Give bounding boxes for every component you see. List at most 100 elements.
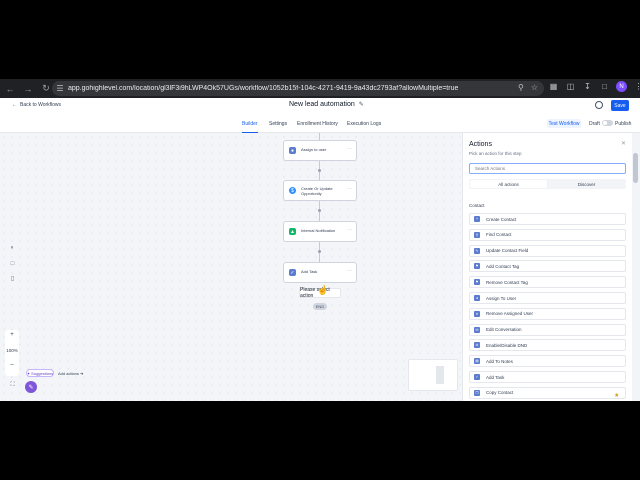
segment-discover[interactable]: Discover [548, 180, 625, 188]
ai-assistant-button[interactable]: ✎ [25, 381, 37, 393]
workflow-title[interactable]: New lead automation ✎ [289, 101, 364, 108]
more-icon[interactable]: ⋯ [347, 227, 352, 233]
wand-icon: ✎ [28, 384, 34, 391]
canvas-layout-icon[interactable]: ◐ [8, 243, 17, 252]
extension-icon[interactable]: ▦ [548, 81, 559, 92]
save-button[interactable]: Save [611, 100, 629, 111]
action-item-copy-contact[interactable]: ❐ Copy Contact [469, 386, 626, 399]
tab-builder[interactable]: Builder [242, 121, 258, 127]
assign-to-user-icon: ● [474, 295, 480, 301]
workflow-node-internal-notification[interactable]: ▲ Internal Notification ⋯ [283, 221, 357, 242]
history-clock-icon[interactable] [595, 101, 603, 109]
section-heading: Contact [469, 203, 485, 208]
tab-enrollment-history[interactable]: Enrollment History [297, 121, 338, 127]
action-item-label: Enable/Disable DND [486, 342, 528, 348]
forward-icon[interactable]: → [20, 81, 36, 97]
action-item-remove-assigned-user[interactable]: ✕ Remove Assigned User [469, 307, 626, 320]
node-label: Create Or Update Opportunity [301, 186, 333, 196]
panel-scrollbar[interactable] [632, 133, 640, 401]
more-icon[interactable]: ⋯ [347, 186, 352, 192]
more-icon[interactable]: ⋯ [347, 268, 352, 274]
action-item-label: Find Contact [486, 232, 512, 238]
more-icon[interactable]: ⋯ [347, 146, 352, 152]
enable-disable-dnd-icon: ⊘ [474, 342, 480, 349]
canvas-notes-icon[interactable]: ▯ [8, 274, 17, 283]
action-item-add-contact-tag[interactable]: ⚑ Add Contact Tag [469, 260, 626, 273]
zoom-icon[interactable]: ⚲ [518, 83, 524, 92]
action-item-edit-conversation[interactable]: ✉ Edit Conversation [469, 323, 626, 336]
action-item-assign-to-user[interactable]: ● Assign To User [469, 292, 626, 304]
connector-line [319, 133, 320, 140]
back-label: Back to Workflows [20, 102, 62, 108]
add-step-dot[interactable] [318, 250, 321, 253]
find-contact-icon: ⚲ [474, 231, 480, 238]
minimap-viewport [436, 366, 444, 384]
address-bar[interactable]: ☰ app.gohighlevel.com/location/gl3lF3i9h… [52, 81, 544, 96]
action-item-add-task[interactable]: ✓ Add Task [469, 371, 626, 383]
menu-dots-icon[interactable]: ⋮ [633, 81, 640, 92]
back-icon[interactable]: ← [2, 81, 18, 97]
publish-label: Publish [615, 121, 632, 127]
workflow-node-add-task[interactable]: ✓ Add Task ⋯ [283, 262, 357, 283]
action-item-find-contact[interactable]: ⚲ Find Contact [469, 228, 626, 241]
suggestions-button[interactable]: ✦ Suggestions [26, 369, 54, 377]
download-icon[interactable]: ↧ [582, 81, 593, 92]
add-step-dot[interactable] [318, 169, 321, 172]
opportunity-icon: $ [289, 187, 296, 194]
action-item-label: Remove Assigned User [486, 311, 534, 317]
suggestions-label: Suggestions [31, 370, 54, 376]
edit-conversation-icon: ✉ [474, 326, 480, 333]
zoom-level: 100% [6, 348, 18, 353]
search-actions-input[interactable] [469, 163, 626, 174]
extensions-puzzle-icon[interactable]: ◫ [565, 81, 576, 92]
test-workflow-button[interactable]: Test Workflow [547, 119, 581, 128]
remove-contact-tag-icon: ⚑ [474, 279, 480, 286]
action-item-label: Copy Contact [486, 390, 514, 396]
action-item-update-contact-field[interactable]: ✎ Update Contact Field [469, 244, 626, 257]
zoom-in-button[interactable]: + [5, 332, 19, 338]
segment-all-actions[interactable]: All actions [470, 180, 547, 188]
update-contact-field-icon: ✎ [474, 247, 480, 254]
task-icon: ✓ [289, 269, 296, 276]
workflow-node-assign-user[interactable]: ● Assign to user ⋯ [283, 140, 357, 161]
node-label: Add Task [301, 269, 318, 274]
edit-pencil-icon[interactable]: ✎ [359, 101, 364, 108]
action-item-add-to-notes[interactable]: ▤ Add To Notes [469, 355, 626, 368]
end-marker: END [313, 303, 327, 310]
scroll-thumb[interactable] [633, 153, 638, 183]
site-info-icon[interactable]: ☰ [52, 84, 68, 93]
panel-subtitle: Pick an action for this step [469, 151, 522, 156]
zoom-out-button[interactable]: – [5, 362, 19, 368]
action-item-label: Remove Contact Tag [486, 279, 528, 285]
favorite-star-icon[interactable]: ★ [614, 392, 619, 399]
back-to-workflows-link[interactable]: ← Back to Workflows [12, 102, 61, 108]
sidebar-icon[interactable]: □ [599, 81, 610, 92]
close-icon[interactable]: ✕ [621, 140, 626, 147]
action-item-create-contact[interactable]: + Create Contact [469, 213, 626, 225]
create-contact-icon: + [474, 216, 480, 222]
bell-icon: ▲ [289, 228, 296, 235]
add-actions-link[interactable]: Add actions ➜ [58, 371, 83, 376]
workflow-node-create-opportunity[interactable]: $ Create Or Update Opportunity ⋯ [283, 180, 357, 201]
workflow-header: ← Back to Workflows New lead automation … [0, 98, 640, 113]
action-item-enable-disable-dnd[interactable]: ⊘ Enable/Disable DND [469, 339, 626, 352]
workflow-title-text: New lead automation [289, 101, 355, 108]
add-task-icon: ✓ [474, 374, 480, 380]
tab-execution-logs[interactable]: Execution Logs [347, 121, 381, 127]
profile-avatar[interactable]: N [616, 81, 627, 92]
publish-toggle[interactable] [602, 120, 613, 126]
tab-settings[interactable]: Settings [269, 121, 287, 127]
hand-cursor-icon: ☝ [317, 285, 329, 295]
workflow-canvas[interactable]: ● Assign to user ⋯ $ Create Or Update Op… [0, 133, 462, 401]
bookmark-star-icon[interactable]: ☆ [531, 83, 538, 92]
copy-contact-icon: ❐ [474, 389, 480, 396]
node-label: Internal Notification [301, 228, 336, 233]
add-step-dot[interactable] [318, 209, 321, 212]
action-item-remove-contact-tag[interactable]: ⚑ Remove Contact Tag [469, 276, 626, 289]
node-label: Assign to user [301, 147, 327, 152]
fit-view-icon[interactable]: ⛶ [8, 381, 17, 390]
sparkle-icon: ✦ [26, 370, 31, 376]
canvas-comment-icon[interactable]: □ [8, 259, 17, 268]
url-text[interactable]: app.gohighlevel.com/location/gl3lF3i9hLW… [68, 85, 458, 92]
canvas-minimap[interactable] [408, 359, 458, 391]
